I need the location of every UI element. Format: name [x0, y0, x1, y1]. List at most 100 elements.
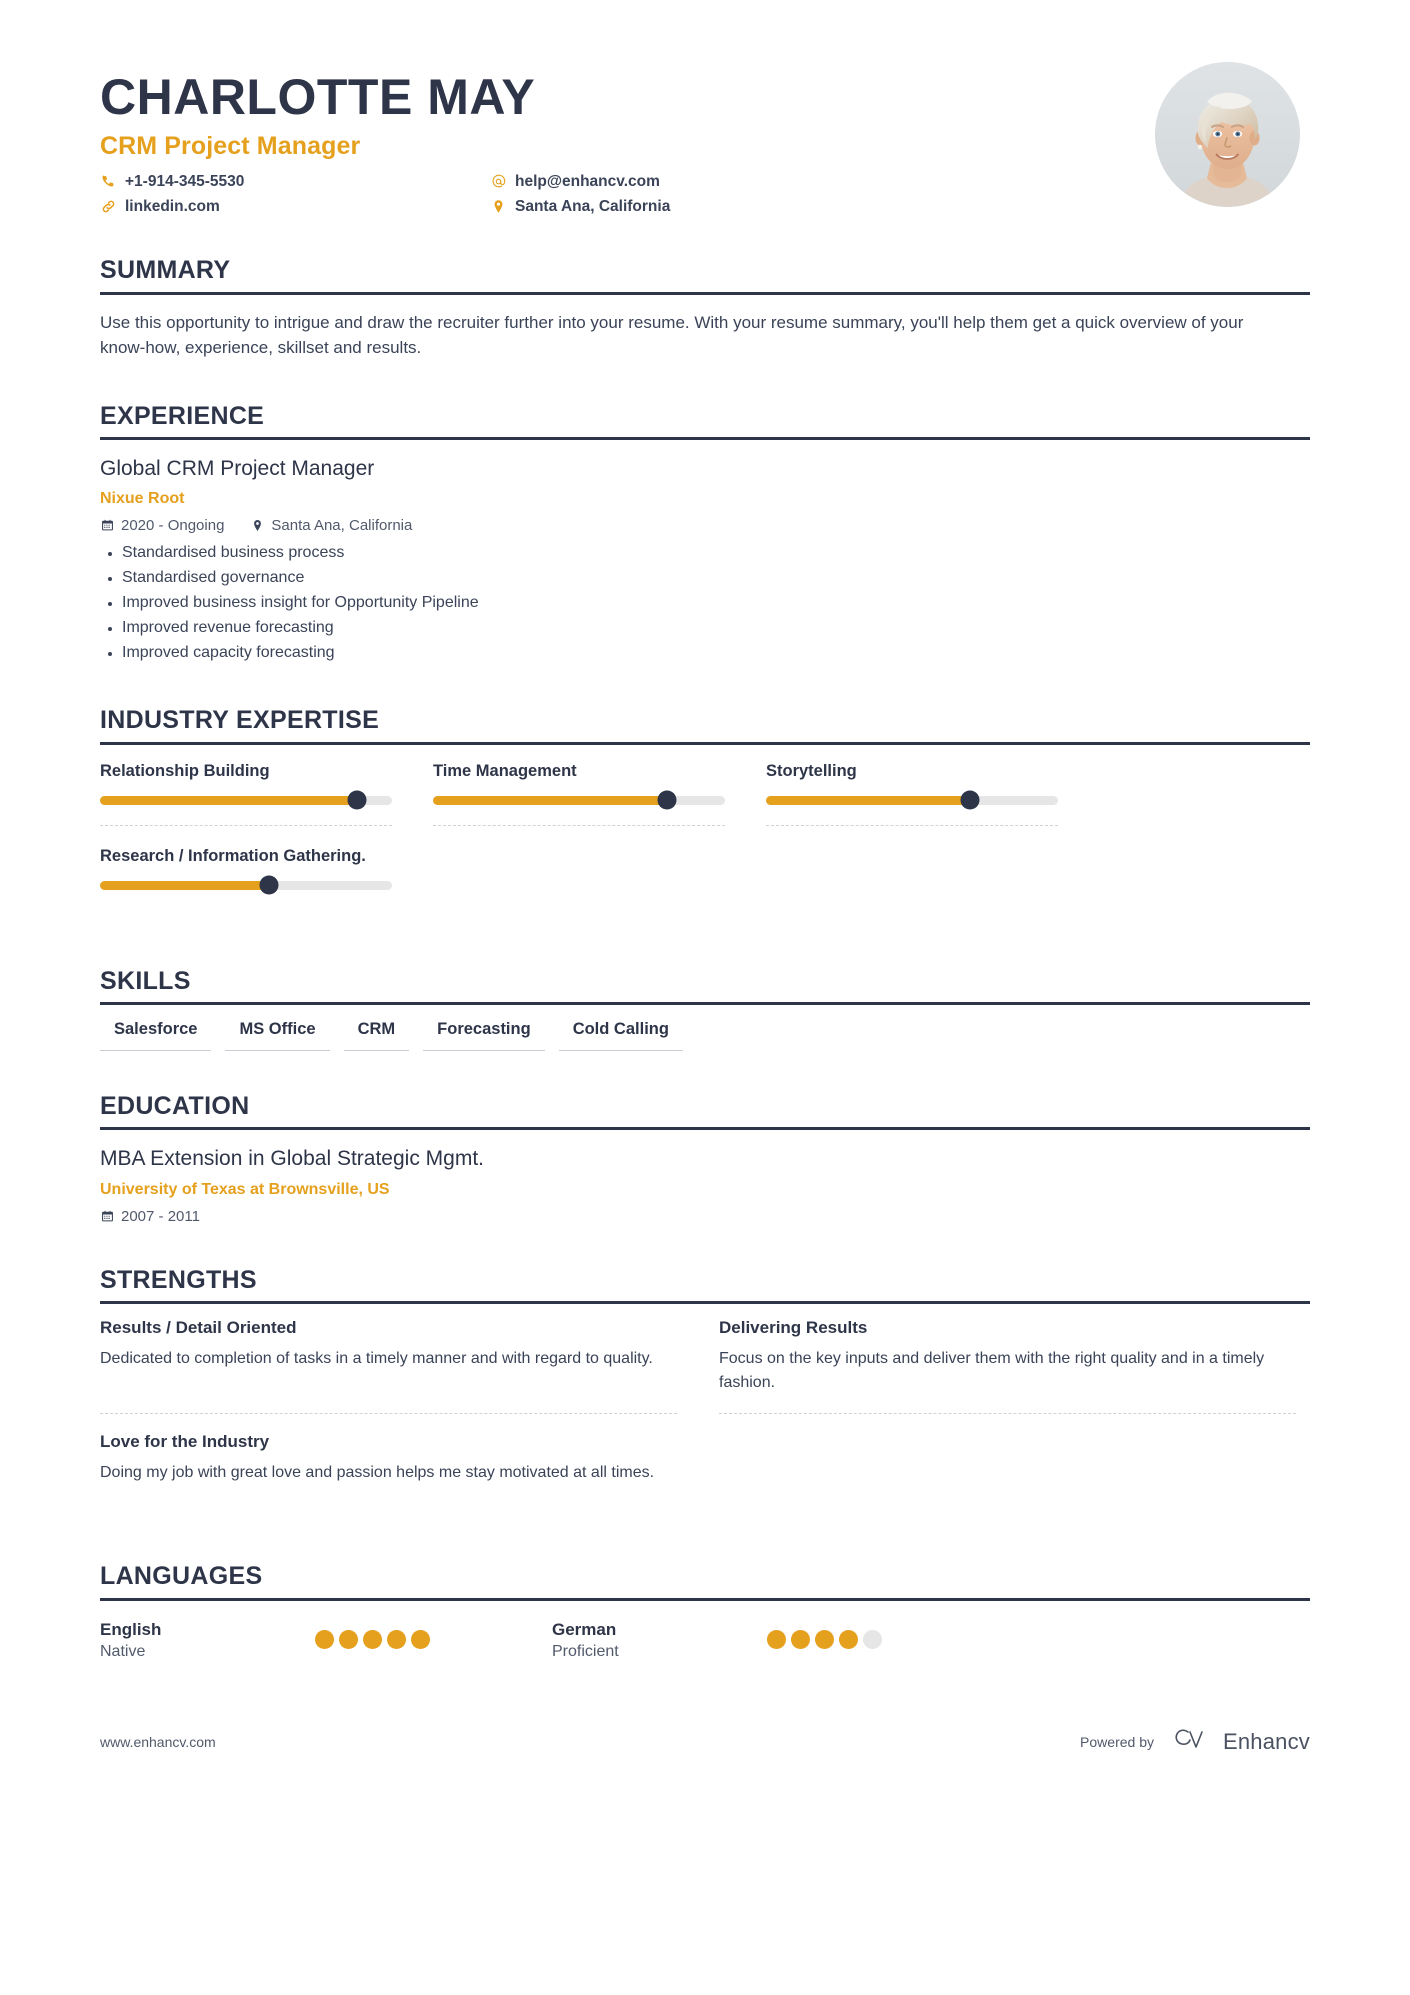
slider-knob[interactable]: [657, 790, 677, 810]
language-labels: English Native: [100, 1619, 315, 1661]
section-title-education: EDUCATION: [100, 1091, 250, 1120]
education-school: University of Texas at Brownsville, US: [100, 1180, 390, 1198]
contact-linkedin[interactable]: linkedin.com: [100, 198, 490, 215]
expertise-label: Time Management: [433, 761, 577, 780]
skill-chip: MS Office: [225, 1019, 330, 1051]
rating-dot: [411, 1630, 430, 1650]
rating-dot: [863, 1630, 882, 1650]
footer-url[interactable]: www.enhancv.com: [100, 1734, 216, 1750]
section-divider: [100, 1002, 1310, 1006]
section-experience: EXPERIENCE Global CRM Project Manager Ni…: [100, 401, 1310, 666]
language-name: German: [552, 1619, 617, 1639]
expertise-slider[interactable]: [100, 790, 392, 810]
section-divider: [100, 437, 1310, 441]
expertise-label: Storytelling: [766, 761, 857, 780]
contact-column-left: +1-914-345-5530 linkedin.com: [100, 173, 490, 215]
section-languages: LANGUAGES English Native German Proficie…: [100, 1563, 1310, 1661]
expertise-slider[interactable]: [766, 790, 1058, 810]
contact-phone-text: +1-914-345-5530: [125, 173, 245, 190]
contact-email-text: help@enhancv.com: [515, 173, 660, 190]
list-item: Standardised governance: [108, 566, 1310, 591]
footer-branding: Powered by Enhancv: [1080, 1727, 1310, 1758]
language-name: English: [100, 1619, 162, 1639]
rating-dot: [363, 1630, 382, 1650]
expertise-item: Relationship Building: [100, 761, 392, 826]
strength-title: Results / Detail Oriented: [100, 1318, 297, 1338]
calendar-icon: [100, 519, 114, 533]
expertise-slider[interactable]: [100, 875, 392, 895]
job-title: CRM Project Manager: [100, 132, 361, 160]
education-dates-text: 2007 - 2011: [121, 1207, 200, 1225]
skill-chip: CRM: [343, 1019, 410, 1051]
skills-row: Salesforce MS Office CRM Forecasting Col…: [100, 1019, 1310, 1051]
contact-phone[interactable]: +1-914-345-5530: [100, 173, 490, 190]
slider-fill: [100, 795, 357, 805]
slider-fill: [433, 795, 667, 805]
section-summary: SUMMARY Use this opportunity to intrigue…: [100, 257, 1310, 361]
rating-dot: [839, 1630, 858, 1650]
skill-chip: Salesforce: [100, 1019, 212, 1051]
section-industry-expertise: INDUSTRY EXPERTISE Relationship Building…: [100, 707, 1310, 930]
skill-chip: Cold Calling: [558, 1019, 683, 1051]
location-pin-icon: [490, 199, 506, 215]
experience-company: Nixue Root: [100, 490, 185, 508]
header-identity: CHARLOTTE MAY CRM Project Manager +1-914…: [100, 62, 1155, 215]
phone-icon: [100, 174, 116, 190]
section-title-industry-expertise: INDUSTRY EXPERTISE: [100, 706, 380, 735]
expertise-item: Research / Information Gathering.: [100, 846, 392, 910]
at-icon: [490, 174, 506, 190]
strength-title: Love for the Industry: [100, 1432, 270, 1452]
rating-dot: [815, 1630, 834, 1650]
page-footer: www.enhancv.com Powered by Enhancv: [100, 1727, 1310, 1798]
section-divider: [100, 291, 1310, 295]
avatar: [1155, 62, 1300, 207]
expertise-label: Research / Information Gathering.: [100, 846, 366, 865]
section-strengths: STRENGTHS Results / Detail Oriented Dedi…: [100, 1266, 1310, 1522]
resume-header: CHARLOTTE MAY CRM Project Manager +1-914…: [100, 0, 1310, 215]
section-title-skills: SKILLS: [100, 966, 191, 995]
strength-item: Love for the Industry Doing my job with …: [100, 1432, 677, 1503]
section-skills: SKILLS Salesforce MS Office CRM Forecast…: [100, 966, 1310, 1051]
summary-body: Use this opportunity to intrigue and dra…: [100, 310, 1310, 361]
education-dates: 2007 - 2011: [100, 1208, 1310, 1225]
strength-description: Doing my job with great love and passion…: [100, 1464, 655, 1482]
section-divider: [100, 1597, 1310, 1601]
experience-dates-text: 2020 - Ongoing: [121, 517, 225, 535]
contact-grid: +1-914-345-5530 linkedin.com help@enhanc…: [100, 173, 1155, 215]
language-item: German Proficient: [552, 1619, 962, 1661]
section-title-experience: EXPERIENCE: [100, 401, 265, 430]
section-title-languages: LANGUAGES: [100, 1562, 263, 1591]
contact-location[interactable]: Santa Ana, California: [490, 198, 670, 215]
contact-email[interactable]: help@enhancv.com: [490, 173, 670, 190]
resume-page: CHARLOTTE MAY CRM Project Manager +1-914…: [0, 0, 1410, 1995]
slider-fill: [766, 795, 971, 805]
slider-knob[interactable]: [960, 790, 980, 810]
section-divider: [100, 1127, 1310, 1131]
expertise-slider[interactable]: [433, 790, 725, 810]
rating-dot: [791, 1630, 810, 1650]
rating-dot: [767, 1630, 786, 1650]
language-item: English Native: [100, 1619, 510, 1661]
section-divider: [100, 741, 1310, 745]
strengths-grid: Results / Detail Oriented Dedicated to c…: [100, 1318, 1310, 1521]
rating-dot: [315, 1630, 334, 1650]
slider-knob[interactable]: [259, 875, 279, 895]
language-rating-dots: [315, 1630, 430, 1650]
section-divider: [100, 1301, 1310, 1305]
link-icon: [100, 199, 116, 215]
languages-grid: English Native German Proficient: [100, 1619, 1310, 1661]
experience-bullets: Standardised business process Standardis…: [100, 541, 1310, 665]
list-item: Improved revenue forecasting: [108, 616, 1310, 641]
experience-location-text: Santa Ana, California: [271, 517, 413, 535]
experience-body: Global CRM Project Manager Nixue Root 20…: [100, 455, 1310, 665]
experience-entry: Global CRM Project Manager Nixue Root 20…: [100, 455, 1310, 665]
brand-logo: Enhancv: [1168, 1727, 1310, 1758]
contact-location-text: Santa Ana, California: [515, 198, 671, 216]
language-level: Native: [100, 1642, 146, 1660]
brand-name: Enhancv: [1222, 1729, 1310, 1755]
strength-item: Results / Detail Oriented Dedicated to c…: [100, 1318, 677, 1415]
rating-dot: [339, 1630, 358, 1650]
expertise-item: Time Management: [433, 761, 725, 826]
experience-dates: 2020 - Ongoing: [100, 517, 224, 534]
slider-knob[interactable]: [347, 790, 367, 810]
